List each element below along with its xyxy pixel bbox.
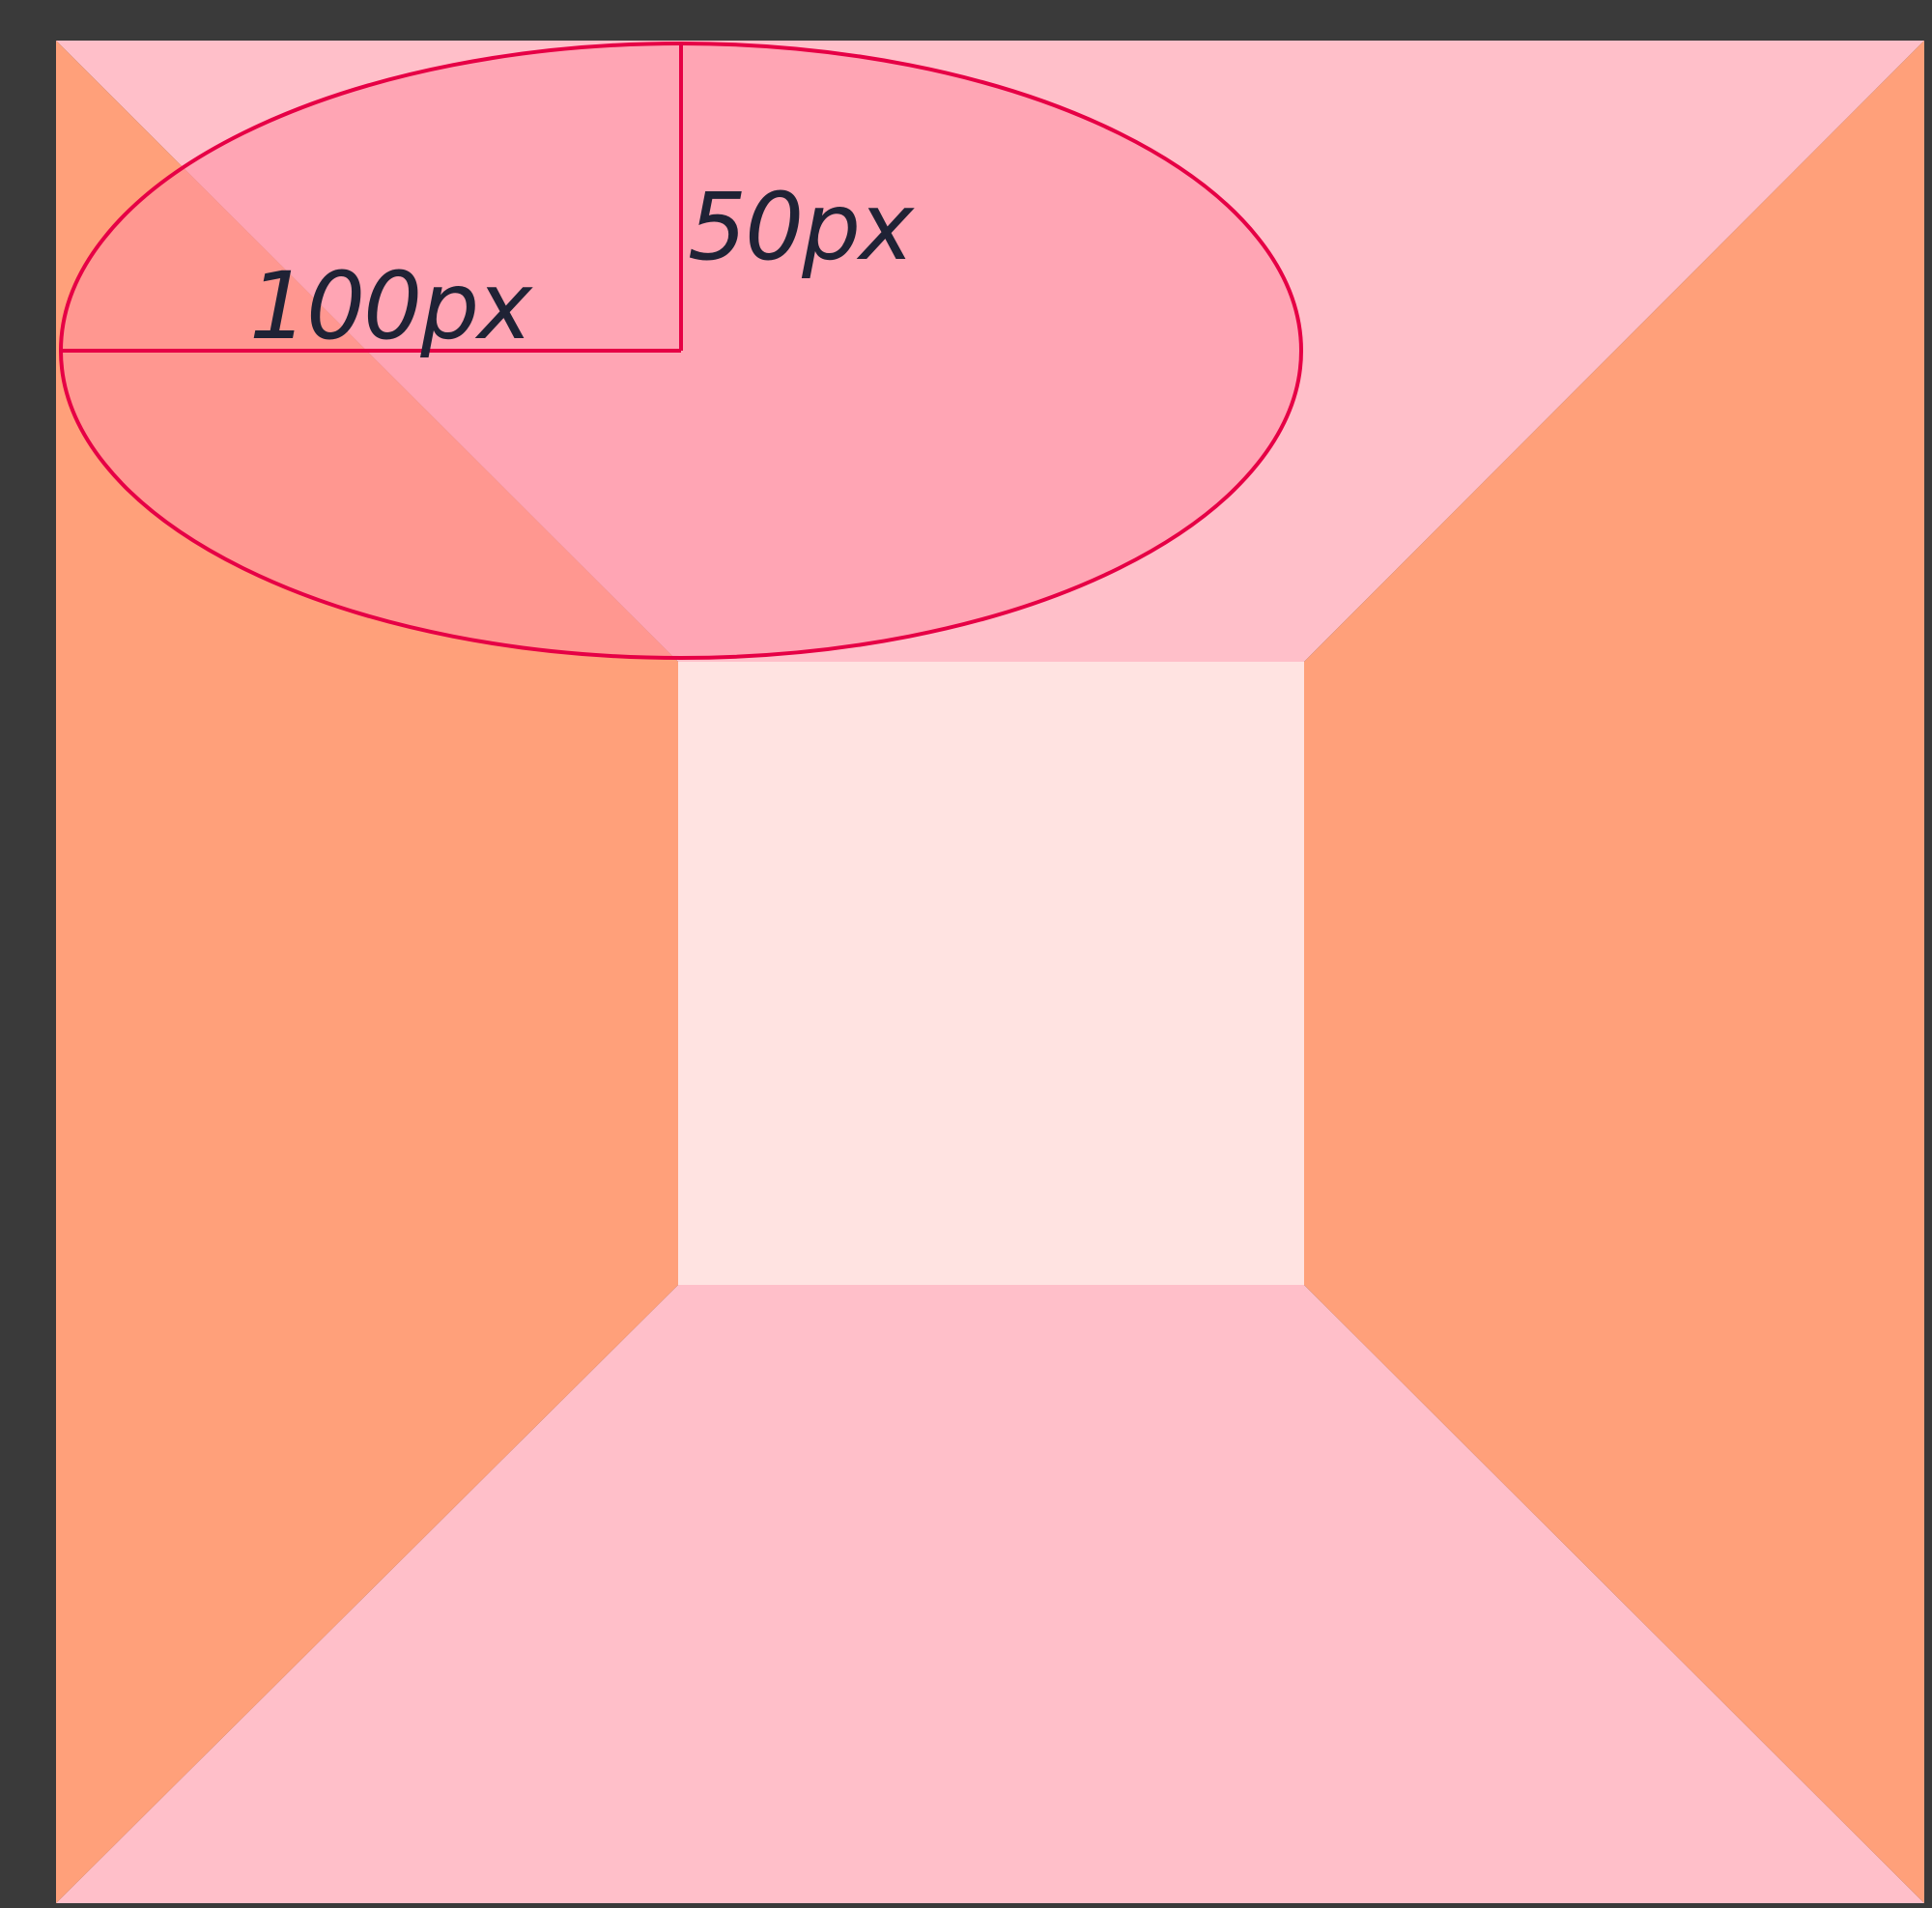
inner-content-square (678, 662, 1304, 1285)
vertical-radius-label: 50px (688, 173, 915, 281)
horizontal-radius-label: 100px (249, 252, 533, 360)
border-radius-diagram: 100px 50px (56, 41, 1924, 1903)
